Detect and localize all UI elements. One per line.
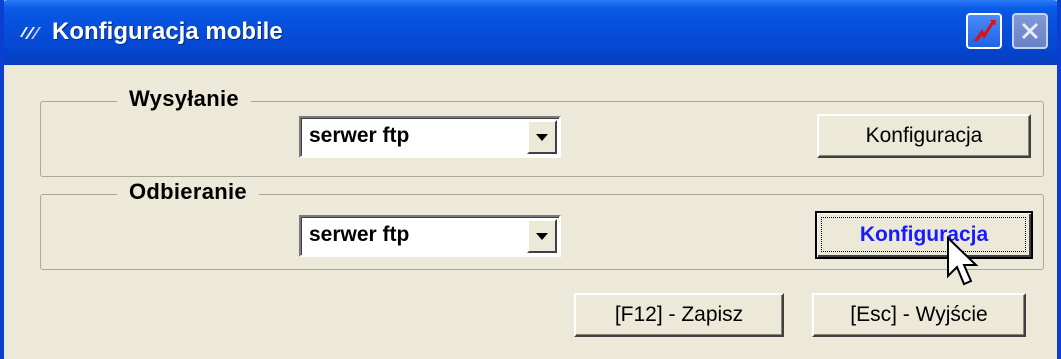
receive-method-value: serwer ftp (309, 223, 410, 246)
app-logo-icon (18, 23, 42, 43)
receive-group-legend: Odbieranie (117, 179, 259, 205)
mouse-pointer-icon (947, 236, 979, 286)
receive-config-button[interactable]: Konfiguracja (815, 211, 1033, 259)
receive-method-select[interactable]: serwer ftp (299, 215, 561, 257)
focus-ring (821, 217, 1026, 252)
mobile-sync-icon (974, 20, 996, 42)
exit-button[interactable]: [Esc] - Wyjście (812, 293, 1026, 337)
send-config-button[interactable]: Konfiguracja (817, 114, 1031, 158)
chevron-down-icon[interactable] (527, 120, 557, 154)
receive-group: Odbieranie serwer ftp Konfiguracja (40, 179, 1044, 270)
title-bar[interactable]: Konfiguracja mobile (4, 0, 1057, 65)
save-button-label: [F12] - Zapisz (614, 303, 744, 326)
send-method-value: serwer ftp (309, 124, 410, 147)
close-button[interactable] (1012, 13, 1048, 49)
exit-button-label: [Esc] - Wyjście (850, 303, 988, 326)
send-config-label: Konfiguracja (865, 124, 983, 147)
send-group-legend: Wysyłanie (117, 86, 251, 112)
chevron-down-icon[interactable] (527, 219, 557, 253)
close-icon (1021, 22, 1039, 40)
mobile-sync-button[interactable] (966, 13, 1002, 49)
send-group: Wysyłanie serwer ftp Konfiguracja (40, 86, 1044, 177)
window-title: Konfiguracja mobile (52, 18, 283, 45)
dialog-window: Konfiguracja mobile Wysyłanie serwer ftp… (0, 0, 1061, 359)
send-method-select[interactable]: serwer ftp (299, 116, 561, 158)
save-button[interactable]: [F12] - Zapisz (574, 293, 784, 337)
